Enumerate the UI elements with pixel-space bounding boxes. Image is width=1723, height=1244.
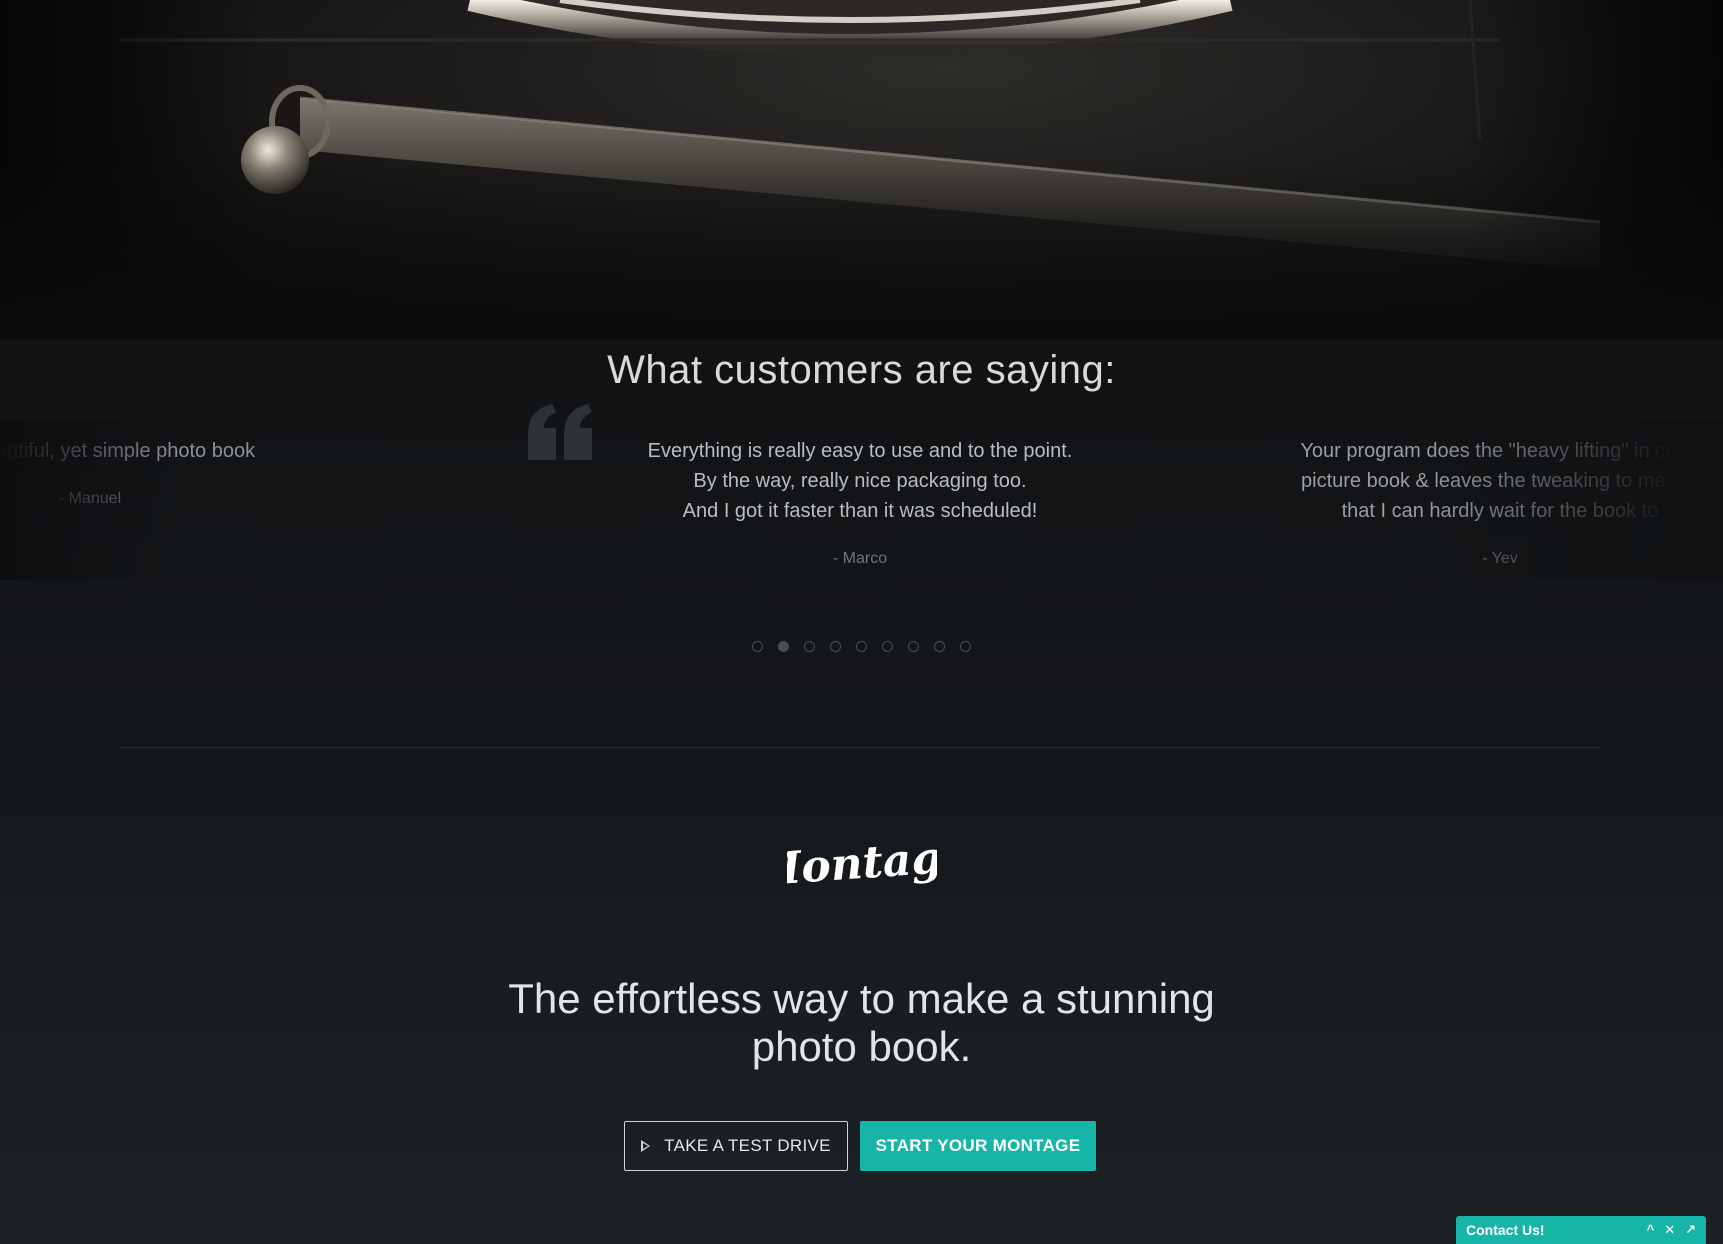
section-title: What customers are saying: xyxy=(607,348,1116,392)
play-icon xyxy=(641,1140,651,1152)
carousel-dot-3[interactable] xyxy=(804,641,815,652)
hero-image xyxy=(0,0,1723,340)
contact-us-label: Contact Us! xyxy=(1466,1222,1545,1238)
carousel-pagination xyxy=(0,641,1723,652)
carousel-dot-1[interactable] xyxy=(752,641,763,652)
start-your-montage-button[interactable]: START YOUR MONTAGE xyxy=(860,1121,1096,1171)
testimonial-author: - Yev xyxy=(1482,550,1518,567)
carousel-dot-8[interactable] xyxy=(934,641,945,652)
testimonial-manuel: tterly beautiful, yet simple photo book … xyxy=(0,436,390,514)
testimonial-line: By the way, really nice packaging too. xyxy=(693,470,1027,492)
contact-widget-controls: ^ ✕ ↗ xyxy=(1647,1222,1696,1238)
svg-text:Montage: Montage xyxy=(787,834,937,896)
carousel-dot-4[interactable] xyxy=(830,641,841,652)
testimonial-text: tterly beautiful, yet simple photo book xyxy=(0,440,256,462)
testimonial-yev: Your program does the "heavy lifting" in… xyxy=(1200,436,1723,574)
carousel-dot-5[interactable] xyxy=(856,641,867,652)
take-test-drive-button[interactable]: TAKE A TEST DRIVE xyxy=(624,1121,848,1171)
testimonial-line: Your program does the "heavy lifting" in… xyxy=(1300,440,1700,462)
carousel-dot-7[interactable] xyxy=(908,641,919,652)
section-divider xyxy=(119,747,1601,748)
testimonial-line: picture book & leaves the tweaking to me… xyxy=(1301,470,1699,492)
carousel-dot-9[interactable] xyxy=(960,641,971,652)
contact-us-widget[interactable]: Contact Us! ^ ✕ ↗ xyxy=(1456,1216,1706,1244)
start-your-montage-label: START YOUR MONTAGE xyxy=(875,1136,1081,1155)
carousel-dot-6[interactable] xyxy=(882,641,893,652)
tagline: The effortless way to make a stunning ph… xyxy=(0,975,1723,1071)
testimonial-author: - Marco xyxy=(832,550,888,567)
popout-icon[interactable]: ↗ xyxy=(1685,1222,1696,1238)
testimonial-author: - Manuel xyxy=(58,490,122,507)
testimonial-line: Everything is really easy to use and to … xyxy=(647,440,1073,462)
page: What customers are saying: tterly beauti… xyxy=(0,0,1723,1244)
tagline-line-2: photo book. xyxy=(751,1023,972,1070)
montage-logo: Montage xyxy=(0,830,1723,901)
montage-logo-image: Montage xyxy=(748,830,971,896)
testimonial-line: And I got it faster than it was schedule… xyxy=(682,500,1038,522)
minimize-icon[interactable]: ^ xyxy=(1647,1222,1655,1238)
carousel-dot-2[interactable] xyxy=(778,641,789,652)
tagline-line-1: The effortless way to make a stunning xyxy=(508,975,1215,1022)
testimonial-line: that I can hardly wait for the book to xyxy=(1341,500,1659,522)
testimonial-marco: Everything is really easy to use and to … xyxy=(560,436,1160,574)
close-icon[interactable]: ✕ xyxy=(1664,1222,1675,1238)
take-test-drive-label: TAKE A TEST DRIVE xyxy=(664,1136,831,1155)
